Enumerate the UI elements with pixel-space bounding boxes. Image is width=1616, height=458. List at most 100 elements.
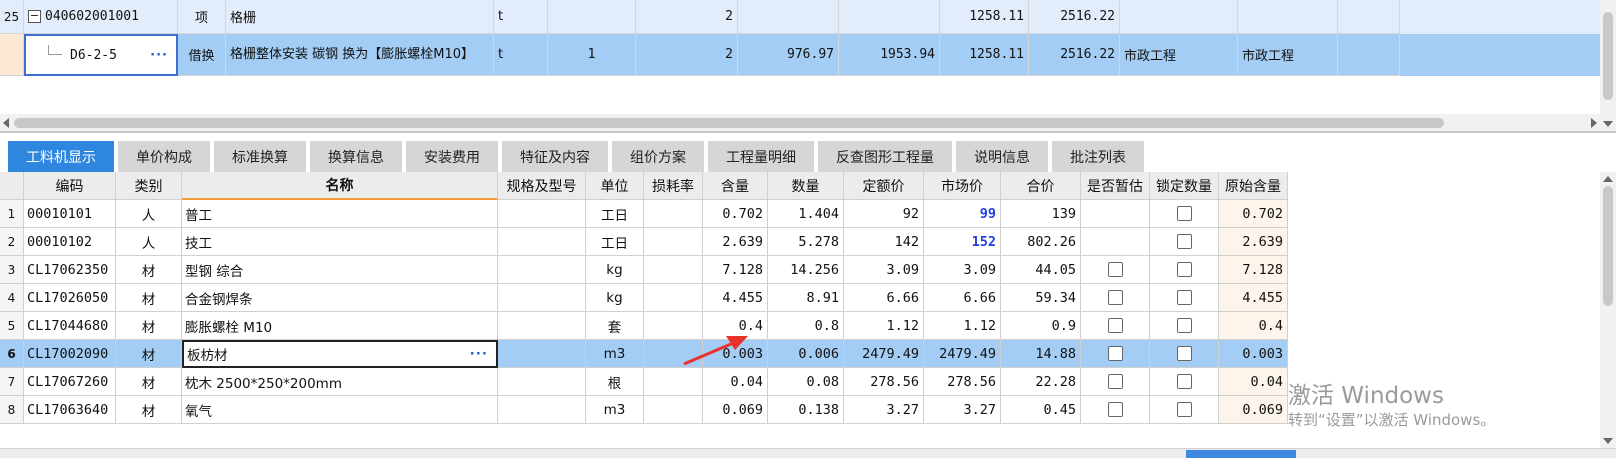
more-options-icon[interactable]: ··· — [470, 346, 488, 362]
cell-qty[interactable]: 8.91 — [768, 284, 844, 312]
cell-loss[interactable] — [644, 312, 703, 340]
cell-qty[interactable]: 0.138 — [768, 396, 844, 424]
lock-qty-checkbox[interactable] — [1176, 318, 1192, 333]
cell-content[interactable]: 0.4 — [703, 312, 768, 340]
estimate-checkbox[interactable] — [1107, 346, 1123, 361]
collapse-icon[interactable]: − — [28, 10, 41, 23]
cell-market[interactable]: 278.56 — [924, 368, 1001, 396]
scroll-down-icon[interactable] — [1603, 121, 1613, 127]
lock-qty-checkbox[interactable] — [1176, 234, 1192, 249]
column-header-category[interactable]: 类别 — [116, 172, 182, 200]
table-row[interactable]: 4 CL17026050 材合金钢焊条 kg 4.455 8.91 6.66 6.66 59.3… — [0, 284, 1288, 312]
estimate-checkbox[interactable] — [1107, 290, 1123, 305]
more-options-icon[interactable]: ··· — [150, 48, 168, 63]
column-header-orig-content[interactable]: 原始含量 — [1219, 172, 1288, 200]
cell-loss[interactable] — [644, 200, 703, 228]
column-header-qty[interactable]: 数量 — [768, 172, 844, 200]
cell-content[interactable]: 7.128 — [703, 256, 768, 284]
cell-name[interactable]: 氧气 — [182, 396, 498, 424]
tab-7[interactable]: 工程量明细 — [708, 141, 814, 172]
resource-grid-vertical-scrollbar[interactable] — [1600, 172, 1616, 448]
lock-qty-checkbox[interactable] — [1176, 290, 1192, 305]
estimate-checkbox[interactable] — [1107, 318, 1123, 333]
cell-name[interactable]: 普工 — [182, 200, 498, 228]
cell-market[interactable]: 3.27 — [924, 396, 1001, 424]
scroll-left-icon[interactable] — [3, 118, 9, 128]
quota-code-cell[interactable]: D6-2-5 ··· — [24, 34, 178, 76]
table-row[interactable]: 7 CL17067260 材枕木 2500*250*200mm 根 0.04 0.08 27… — [0, 368, 1288, 396]
tab-0[interactable]: 工料机显示 — [8, 141, 114, 172]
cell-name[interactable]: 枕木 2500*250*200mm — [182, 368, 498, 396]
tab-6[interactable]: 组价方案 — [612, 141, 704, 172]
table-row[interactable]: 5 CL17044680 材膨胀螺栓 M10 套 0.4 0.8 1.12 1.12 0.9 0.… — [0, 312, 1288, 340]
column-header-quota-price[interactable]: 定额价 — [844, 172, 924, 200]
cell-qty[interactable]: 5.278 — [768, 228, 844, 256]
tab-1[interactable]: 单价构成 — [118, 141, 210, 172]
cell-qty[interactable]: 1.404 — [768, 200, 844, 228]
scroll-up-icon[interactable] — [1603, 176, 1613, 182]
column-header-code[interactable]: 编码 — [24, 172, 116, 200]
estimate-checkbox[interactable] — [1107, 262, 1123, 277]
table-row[interactable]: 3 CL17062350 材型钢 综合 kg 7.128 14.256 3.09 3.09 44… — [0, 256, 1288, 284]
item-grid-vertical-scrollbar[interactable] — [1600, 0, 1616, 131]
scrollbar-thumb[interactable] — [1603, 12, 1613, 100]
tab-3[interactable]: 换算信息 — [310, 141, 402, 172]
scroll-right-icon[interactable] — [1591, 118, 1597, 128]
tab-10[interactable]: 批注列表 — [1052, 141, 1144, 172]
tab-2[interactable]: 标准换算 — [214, 141, 306, 172]
column-header-lock-qty[interactable]: 锁定数量 — [1150, 172, 1219, 200]
resource-name-editor[interactable]: 板枋材 ··· — [182, 340, 498, 368]
lock-qty-checkbox[interactable] — [1176, 262, 1192, 277]
cell-content[interactable]: 0.04 — [703, 368, 768, 396]
estimate-checkbox[interactable] — [1107, 402, 1123, 417]
table-row[interactable]: 8 CL17063640 材氧气 m3 0.069 0.138 3.27 3.27 0.45 0.… — [0, 396, 1288, 424]
cell-qty[interactable]: 0.006 — [768, 340, 844, 368]
cell-qty[interactable]: 14.256 — [768, 256, 844, 284]
column-header-loss[interactable]: 损耗率 — [644, 172, 703, 200]
scrollbar-thumb[interactable] — [1603, 186, 1613, 306]
column-header-market-price[interactable]: 市场价 — [924, 172, 1001, 200]
cell-market[interactable]: 152 — [924, 228, 1001, 256]
table-row[interactable]: 2 00010102 人技工 工日 2.639 5.278 142 152 802.26 2.63… — [0, 228, 1288, 256]
cell-content[interactable]: 2.639 — [703, 228, 768, 256]
cell-name[interactable]: 合金钢焊条 — [182, 284, 498, 312]
tab-4[interactable]: 安装费用 — [406, 141, 498, 172]
tab-8[interactable]: 反查图形工程量 — [818, 141, 952, 172]
column-header-content[interactable]: 含量 — [703, 172, 768, 200]
table-row[interactable]: 1 00010101 人普工 工日 0.702 1.404 92 99 139 0.702 — [0, 200, 1288, 228]
lock-qty-checkbox[interactable] — [1176, 402, 1192, 417]
cell-name[interactable]: 技工 — [182, 228, 498, 256]
item-row-25[interactable]: 25 − 040602001001 项 格栅 t 2 1258.11 2516.… — [0, 0, 1600, 34]
cell-content[interactable]: 0.003 — [703, 340, 768, 368]
cell-loss[interactable] — [644, 256, 703, 284]
column-header-spec[interactable]: 规格及型号 — [498, 172, 586, 200]
cell-loss[interactable] — [644, 368, 703, 396]
cell-qty[interactable]: 0.08 — [768, 368, 844, 396]
scroll-down-icon[interactable] — [1603, 438, 1613, 444]
cell-content[interactable]: 4.455 — [703, 284, 768, 312]
column-header-estimate[interactable]: 是否暂估 — [1081, 172, 1150, 200]
cell-loss[interactable] — [644, 340, 703, 368]
cell-loss[interactable] — [644, 228, 703, 256]
column-header-unit[interactable]: 单位 — [586, 172, 644, 200]
tab-5[interactable]: 特征及内容 — [502, 141, 608, 172]
estimate-checkbox[interactable] — [1107, 374, 1123, 389]
cell-name[interactable]: 型钢 综合 — [182, 256, 498, 284]
scrollbar-thumb[interactable] — [14, 118, 1444, 128]
cell-content[interactable]: 0.702 — [703, 200, 768, 228]
column-header-name[interactable]: 名称 — [182, 172, 498, 200]
lock-qty-checkbox[interactable] — [1176, 206, 1192, 221]
item-grid-horizontal-scrollbar[interactable] — [0, 114, 1600, 131]
cell-loss[interactable] — [644, 284, 703, 312]
table-row[interactable]: 6 CL17002090 材板枋材 ··· m3 0.003 0.006 2479.49 247… — [0, 340, 1288, 368]
lock-qty-checkbox[interactable] — [1176, 374, 1192, 389]
column-header-total[interactable]: 合价 — [1001, 172, 1081, 200]
cell-name[interactable]: 膨胀螺栓 M10 — [182, 312, 498, 340]
item-row-selected[interactable]: D6-2-5 ··· 借换 格栅整体安装 碳钢 换为【膨胀螺栓M10】 t 1 … — [0, 34, 1600, 76]
cell-market[interactable]: 3.09 — [924, 256, 1001, 284]
cell-market[interactable]: 99 — [924, 200, 1001, 228]
item-code-cell[interactable]: − 040602001001 — [24, 0, 178, 34]
cell-market[interactable]: 1.12 — [924, 312, 1001, 340]
cell-market[interactable]: 6.66 — [924, 284, 1001, 312]
cell-loss[interactable] — [644, 396, 703, 424]
